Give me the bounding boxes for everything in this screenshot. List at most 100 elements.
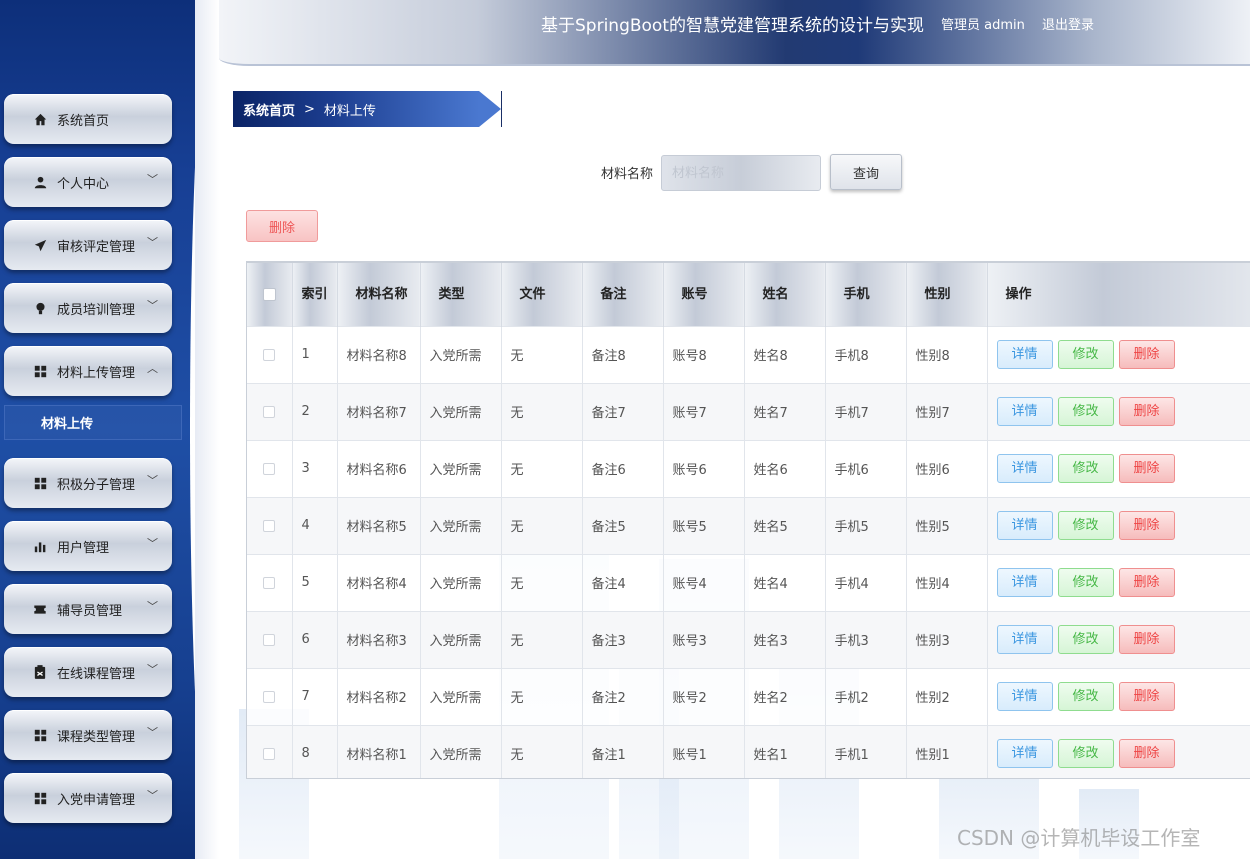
delete-button[interactable]: 删除 <box>1118 511 1175 540</box>
chevron-down-icon: ﹀ <box>147 537 158 550</box>
edit-button[interactable]: 修改 <box>1057 340 1114 369</box>
cell-index: 2 <box>292 382 338 440</box>
cell-type: 入党所需 <box>420 724 502 778</box>
delete-button[interactable]: 删除 <box>1118 625 1175 654</box>
search-button[interactable]: 查询 <box>830 154 902 190</box>
cell-index: 7 <box>292 667 338 725</box>
row-checkbox-cell <box>247 667 293 725</box>
breadcrumb-home[interactable]: 系统首页 <box>243 100 295 119</box>
sidebar-item-label: 入党申请管理 <box>57 792 136 808</box>
chevron-down-icon: ﹀ <box>147 173 158 186</box>
detail-button[interactable]: 详情 <box>996 397 1053 426</box>
edit-button[interactable]: 修改 <box>1057 625 1114 654</box>
delete-button[interactable]: 删除 <box>1118 568 1175 597</box>
sidebar-item-counselor[interactable]: 辅导员管理 ﹀ <box>4 584 172 634</box>
cell-gender: 性别5 <box>906 496 988 554</box>
cell-person: 姓名2 <box>744 667 826 725</box>
row-checkbox[interactable] <box>263 576 276 589</box>
logout-link[interactable]: 退出登录 <box>1042 14 1094 33</box>
sidebar-item-party-application[interactable]: 入党申请管理 ﹀ <box>4 773 172 823</box>
cell-note: 备注2 <box>582 667 664 725</box>
cell-gender: 性别1 <box>906 724 988 778</box>
row-checkbox[interactable] <box>263 348 276 361</box>
cell-name: 材料名称4 <box>337 553 421 611</box>
cell-account: 账号7 <box>663 382 745 440</box>
cell-account: 账号4 <box>663 553 745 611</box>
edit-button[interactable]: 修改 <box>1057 511 1114 540</box>
delete-button[interactable]: 删除 <box>1118 682 1175 711</box>
row-checkbox[interactable] <box>263 519 276 532</box>
cell-file: 无 <box>501 724 583 778</box>
sidebar-item-users[interactable]: 用户管理 ﹀ <box>4 521 172 571</box>
delete-button[interactable]: 删除 <box>1118 397 1175 426</box>
detail-button[interactable]: 详情 <box>996 682 1053 711</box>
detail-button[interactable]: 详情 <box>996 568 1053 597</box>
sidebar-item-home[interactable]: 系统首页 <box>4 94 172 144</box>
sidebar-item-training[interactable]: 成员培训管理 ﹀ <box>4 283 172 333</box>
edit-button[interactable]: 修改 <box>1057 454 1114 483</box>
cell-actions: 详情 修改 删除 <box>987 724 1250 778</box>
row-checkbox-cell <box>247 382 293 440</box>
row-checkbox[interactable] <box>263 633 276 646</box>
cell-gender: 性别4 <box>906 553 988 611</box>
cell-type: 入党所需 <box>420 667 502 725</box>
watermark: CSDN @计算机毕设工作室 <box>957 826 1201 850</box>
edit-button[interactable]: 修改 <box>1057 682 1114 711</box>
select-all-checkbox[interactable] <box>262 287 276 301</box>
detail-button[interactable]: 详情 <box>996 454 1053 483</box>
column-header-index: 索引 <box>292 263 338 326</box>
sidebar-item-review[interactable]: 审核评定管理 ﹀ <box>4 220 172 270</box>
sidebar-item-label: 辅导员管理 <box>57 603 123 619</box>
sidebar-edge <box>195 0 219 859</box>
detail-button[interactable]: 详情 <box>996 625 1053 654</box>
cell-index: 4 <box>292 496 338 554</box>
sidebar-item-label: 成员培训管理 <box>57 302 136 318</box>
breadcrumb-arrow <box>479 91 501 127</box>
cell-phone: 手机8 <box>825 325 907 383</box>
bulk-delete-button[interactable]: 删除 <box>246 210 318 242</box>
delete-button[interactable]: 删除 <box>1118 739 1175 769</box>
ticket-icon <box>32 601 48 617</box>
edit-button[interactable]: 修改 <box>1057 739 1114 769</box>
cell-file: 无 <box>501 610 583 668</box>
detail-button[interactable]: 详情 <box>996 739 1053 769</box>
cell-account: 账号1 <box>663 724 745 778</box>
cell-person: 姓名1 <box>744 724 826 778</box>
delete-button[interactable]: 删除 <box>1118 454 1175 483</box>
sidebar-item-personal-center[interactable]: 个人中心 ﹀ <box>4 157 172 207</box>
cell-actions: 详情 修改 删除 <box>987 610 1250 668</box>
row-checkbox[interactable] <box>263 405 276 418</box>
cell-name: 材料名称8 <box>337 325 421 383</box>
sidebar-item-label: 课程类型管理 <box>57 729 136 745</box>
sidebar-subitem-material-upload[interactable]: 材料上传 <box>4 405 182 440</box>
sidebar-item-course-type[interactable]: 课程类型管理 ﹀ <box>4 710 172 760</box>
sidebar-item-label: 在线课程管理 <box>57 666 136 682</box>
breadcrumb: 系统首页 > 材料上传 <box>233 91 502 127</box>
edit-button[interactable]: 修改 <box>1057 568 1114 597</box>
breadcrumb-current: 材料上传 <box>323 103 376 119</box>
cell-account: 账号3 <box>663 610 745 668</box>
cell-name: 材料名称1 <box>337 724 421 778</box>
sidebar-item-online-course[interactable]: 在线课程管理 ﹀ <box>4 647 172 697</box>
cell-name: 材料名称2 <box>337 667 421 725</box>
sidebar-item-label: 积极分子管理 <box>57 477 136 493</box>
cell-note: 备注5 <box>582 496 664 554</box>
edit-button[interactable]: 修改 <box>1057 397 1114 426</box>
row-checkbox[interactable] <box>263 690 276 703</box>
delete-button[interactable]: 删除 <box>1118 340 1175 369</box>
detail-button[interactable]: 详情 <box>996 511 1053 540</box>
sidebar-item-activist[interactable]: 积极分子管理 ﹀ <box>4 458 172 508</box>
detail-button[interactable]: 详情 <box>996 340 1053 369</box>
cell-gender: 性别6 <box>906 439 988 497</box>
row-checkbox[interactable] <box>263 462 276 475</box>
table-body: 1 材料名称8 入党所需 无 备注8 账号8 姓名8 手机8 性别8 详情 修改删… <box>247 325 1250 778</box>
cell-file: 无 <box>501 439 583 497</box>
cell-account: 账号5 <box>663 496 745 554</box>
search-input[interactable] <box>661 155 821 191</box>
row-checkbox[interactable] <box>263 747 276 760</box>
sidebar-item-material-upload[interactable]: 材料上传管理 ︿ <box>4 346 172 396</box>
row-checkbox-cell <box>247 496 293 554</box>
page-title: 基于SpringBoot的智慧党建管理系统的设计与实现 <box>541 16 924 36</box>
sidebar-item-label: 用户管理 <box>57 540 110 556</box>
grid-icon <box>32 363 48 379</box>
